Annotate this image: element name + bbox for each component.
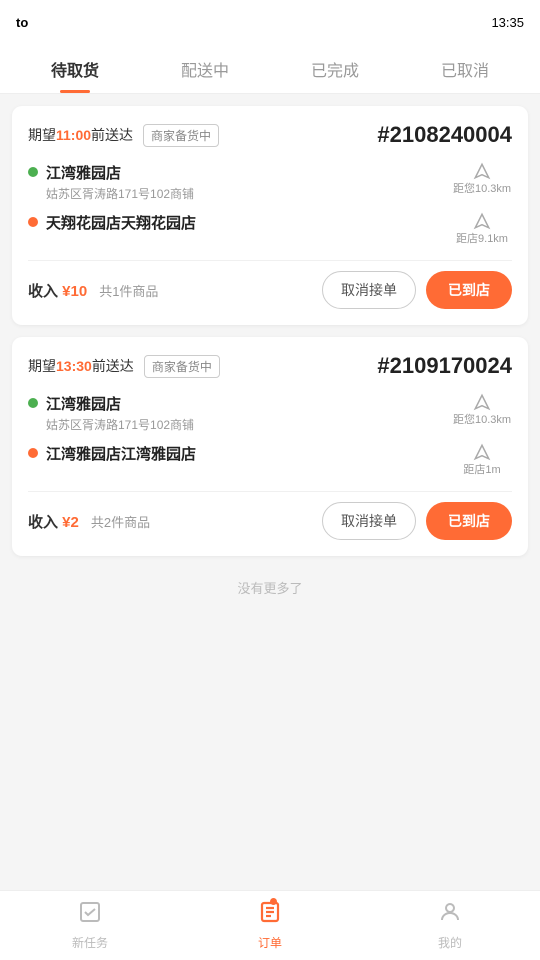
store-dot [28,167,38,177]
distance-text: 距店9.1km [456,230,508,246]
status-left: to [16,15,28,30]
card-header: 期望13:30前送达商家备货中 #2109170024 [28,353,512,379]
distance-text: 距您10.3km [453,411,511,427]
store-name: 天翔花园店天翔花园店 [46,212,452,233]
store-address: 姑苏区胥涛路171号102商铺 [46,185,452,202]
nav-label-mine: 我的 [438,934,462,951]
store-info: 江湾雅园店江湾雅园店 [46,443,452,466]
item-count: 共1件商品 [99,281,158,300]
order-number: #2108240004 [377,122,512,148]
footer-buttons: 取消接单已到店 [322,502,512,540]
nav-item-new-task[interactable]: 新任务 [0,894,180,957]
tab-pending[interactable]: 待取货 [10,45,140,93]
status-bar: to 13:35 [0,0,540,44]
store-info: 江湾雅园店姑苏区胥涛路171号102商铺 [46,162,452,202]
store-dot [28,217,38,227]
navigation-icon [473,212,491,230]
distance-text: 距您10.3km [453,180,511,196]
nav-item-order[interactable]: 订单 [180,894,360,957]
arrived-button[interactable]: 已到店 [426,502,512,540]
tab-cancelled[interactable]: 已取消 [400,45,530,93]
store-item: 天翔花园店天翔花园店距店9.1km [28,212,512,246]
store-dot [28,448,38,458]
nav-label-new-task: 新任务 [72,934,108,951]
store-list: 江湾雅园店姑苏区胥涛路171号102商铺距您10.3km天翔花园店天翔花园店距店… [28,162,512,246]
store-info: 江湾雅园店姑苏区胥涛路171号102商铺 [46,393,452,433]
nav-label-order: 订单 [258,934,282,951]
cancel-button[interactable]: 取消接单 [322,271,416,309]
income: 收入 ¥10 [28,280,87,301]
status-time: 13:35 [491,15,524,30]
store-name: 江湾雅园店 [46,393,452,414]
store-name: 江湾雅园店江湾雅园店 [46,443,452,464]
footer-buttons: 取消接单已到店 [322,271,512,309]
order-number: #2109170024 [377,353,512,379]
store-list: 江湾雅园店姑苏区胥涛路171号102商铺距您10.3km江湾雅园店江湾雅园店距店… [28,393,512,477]
order-card-order1: 期望11:00前送达商家备货中 #2108240004 江湾雅园店姑苏区胥涛路171… [12,106,528,325]
tab-delivering[interactable]: 配送中 [140,45,270,93]
card-footer: 收入 ¥10 共1件商品 取消接单已到店 [28,260,512,309]
distance-text: 距店1m [463,461,500,477]
navigation-icon [473,443,491,461]
delivery-time: 期望11:00前送达 [28,125,133,145]
store-distance[interactable]: 距店9.1km [452,212,512,246]
store-distance[interactable]: 距您10.3km [452,393,512,427]
bottom-nav: 新任务 订单 我的 [0,890,540,960]
store-address: 姑苏区胥涛路171号102商铺 [46,416,452,433]
item-count: 共2件商品 [91,512,150,531]
main-content: 期望11:00前送达商家备货中#2108240004江湾雅园店姑苏区胥涛路171… [0,94,540,890]
store-name: 江湾雅园店 [46,162,452,183]
card-header: 期望11:00前送达商家备货中 #2108240004 [28,122,512,148]
nav-dot [270,898,277,905]
income: 收入 ¥2 [28,511,79,532]
no-more-text: 没有更多了 [12,568,528,601]
store-distance[interactable]: 距店1m [452,443,512,477]
tab-done[interactable]: 已完成 [270,45,400,93]
delivery-time: 期望13:30前送达 [28,356,134,376]
store-dot [28,398,38,408]
store-distance[interactable]: 距您10.3km [452,162,512,196]
arrived-button[interactable]: 已到店 [426,271,512,309]
mine-icon [438,900,462,930]
navigation-icon [473,162,491,180]
store-item: 江湾雅园店江湾雅园店距店1m [28,443,512,477]
card-footer: 收入 ¥2 共2件商品 取消接单已到店 [28,491,512,540]
status-badge: 商家备货中 [144,355,220,378]
status-badge: 商家备货中 [143,124,219,147]
store-info: 天翔花园店天翔花园店 [46,212,452,235]
top-tab-bar: 待取货配送中已完成已取消 [0,44,540,94]
order-icon [258,900,282,930]
store-item: 江湾雅园店姑苏区胥涛路171号102商铺距您10.3km [28,393,512,433]
order-card-order2: 期望13:30前送达商家备货中 #2109170024 江湾雅园店姑苏区胥涛路171… [12,337,528,556]
nav-item-mine[interactable]: 我的 [360,894,540,957]
new-task-icon [78,900,102,930]
store-item: 江湾雅园店姑苏区胥涛路171号102商铺距您10.3km [28,162,512,202]
cancel-button[interactable]: 取消接单 [322,502,416,540]
navigation-icon [473,393,491,411]
